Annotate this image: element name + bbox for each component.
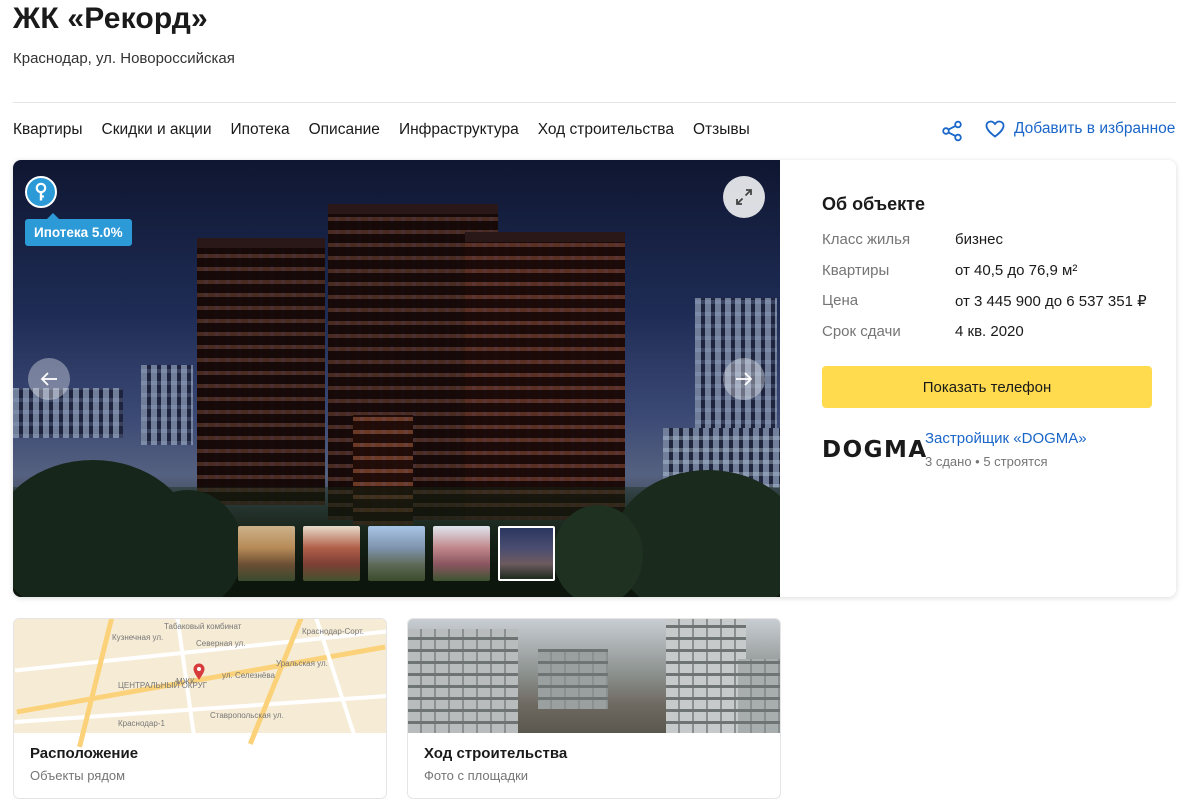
info-row-deadline: Срок сдачи 4 кв. 2020 (822, 323, 1024, 340)
building-frame (738, 659, 780, 733)
page-title: ЖК «Рекорд» (13, 2, 208, 35)
construction-photo (408, 619, 780, 733)
add-favorite-label: Добавить в избранное (1014, 120, 1176, 137)
share-icon (942, 120, 962, 142)
location-map: Табаковый комбинат Краснодар-Сорт. Кузне… (14, 619, 386, 749)
gallery-thumbnail[interactable] (433, 526, 490, 581)
construction-tile[interactable]: Ход строительства Фото с площадки (407, 618, 781, 799)
heart-icon (985, 120, 1005, 138)
info-key: Срок сдачи (822, 323, 901, 340)
building-frame (666, 619, 746, 733)
developer-link[interactable]: Застройщик «DOGMA» (925, 430, 1087, 447)
building-frame (408, 629, 518, 733)
map-road (14, 693, 386, 725)
map-label: Северная ул. (196, 639, 246, 648)
info-key: Цена (822, 292, 859, 309)
nav-item-discounts[interactable]: Скидки и акции (102, 121, 212, 139)
background-building (13, 388, 123, 438)
building-frame (538, 649, 608, 709)
map-label: ул. Селезнёва (222, 671, 275, 680)
map-label: Кузнечная ул. (112, 633, 164, 642)
address: Краснодар, ул. Новороссийская (13, 50, 235, 67)
construction-title: Ход строительства (424, 745, 568, 762)
nav-item-infrastructure[interactable]: Инфраструктура (399, 121, 519, 139)
about-panel: Об объекте Класс жилья бизнес Квартиры о… (780, 160, 1176, 597)
add-favorite-button[interactable]: Добавить в избранное (985, 120, 1175, 138)
about-title: Об объекте (822, 194, 925, 214)
info-value: от 3 445 900 до 6 537 351 ₽ (955, 293, 1147, 310)
mortgage-badge[interactable]: Ипотека 5.0% (25, 213, 132, 246)
info-value: бизнес (955, 231, 1003, 248)
map-label: Краснодар-1 (118, 719, 165, 728)
mortgage-key-pin[interactable] (25, 176, 57, 208)
expand-icon (736, 189, 752, 205)
fullscreen-button[interactable] (723, 176, 765, 218)
info-row-price: Цена от 3 445 900 до 6 537 351 ₽ (822, 292, 1147, 310)
gallery-thumbnail[interactable] (368, 526, 425, 581)
map-label: Табаковый комбинат (164, 622, 242, 631)
tower-left (197, 245, 325, 505)
arrow-left-icon (40, 372, 57, 386)
info-row-class: Класс жилья бизнес (822, 231, 1003, 248)
gallery-thumbnails (238, 526, 563, 581)
map-label: Уральская ул. (276, 659, 328, 668)
background-building (141, 365, 193, 445)
complex-card: Ипотека 5.0% Об объекте Класс жилья бизн… (13, 160, 1176, 597)
info-key: Квартиры (822, 262, 890, 279)
share-button[interactable] (941, 120, 963, 142)
section-nav: Квартиры Скидки и акции Ипотека Описание… (13, 121, 769, 139)
nav-item-reviews[interactable]: Отзывы (693, 121, 750, 139)
gallery-thumbnail-active[interactable] (498, 526, 555, 581)
info-value: от 40,5 до 76,9 м² (955, 262, 1078, 279)
nav-item-description[interactable]: Описание (309, 121, 380, 139)
arrow-right-icon (736, 372, 753, 386)
map-road (247, 619, 306, 745)
divider (13, 102, 1176, 103)
location-subtitle: Объекты рядом (30, 768, 126, 783)
nav-item-apartments[interactable]: Квартиры (13, 121, 83, 139)
nav-item-mortgage[interactable]: Ипотека (231, 121, 290, 139)
gallery-thumbnail[interactable] (303, 526, 360, 581)
gallery-photo[interactable]: Ипотека 5.0% (13, 160, 780, 597)
tower-main-roof (328, 204, 498, 214)
map-label: Краснодар-Сорт. (302, 627, 364, 636)
gallery-next-button[interactable] (723, 358, 765, 400)
gallery-prev-button[interactable] (28, 358, 70, 400)
key-icon (35, 182, 47, 201)
info-key: Класс жилья (822, 231, 911, 248)
map-road (77, 619, 116, 748)
info-row-apartments: Квартиры от 40,5 до 76,9 м² (822, 262, 1077, 279)
tree (553, 505, 643, 597)
show-phone-button[interactable]: Показать телефон (822, 366, 1152, 408)
construction-subtitle: Фото с площадки (424, 768, 529, 783)
tower-right (465, 240, 625, 520)
location-tile[interactable]: Табаковый комбинат Краснодар-Сорт. Кузне… (13, 618, 387, 799)
developer-stats: 3 сдано • 5 строятся (925, 454, 1048, 469)
tower-right-roof (465, 232, 625, 242)
location-title: Расположение (30, 745, 139, 762)
developer-logo[interactable]: DOGMA (822, 437, 928, 463)
nav-item-construction[interactable]: Ход строительства (538, 121, 674, 139)
info-value: 4 кв. 2020 (955, 323, 1024, 340)
map-label: Ставропольская ул. (210, 711, 284, 720)
gallery-thumbnail[interactable] (238, 526, 295, 581)
complex-map-pin-icon (193, 663, 205, 680)
tower-left-roof (197, 238, 325, 248)
